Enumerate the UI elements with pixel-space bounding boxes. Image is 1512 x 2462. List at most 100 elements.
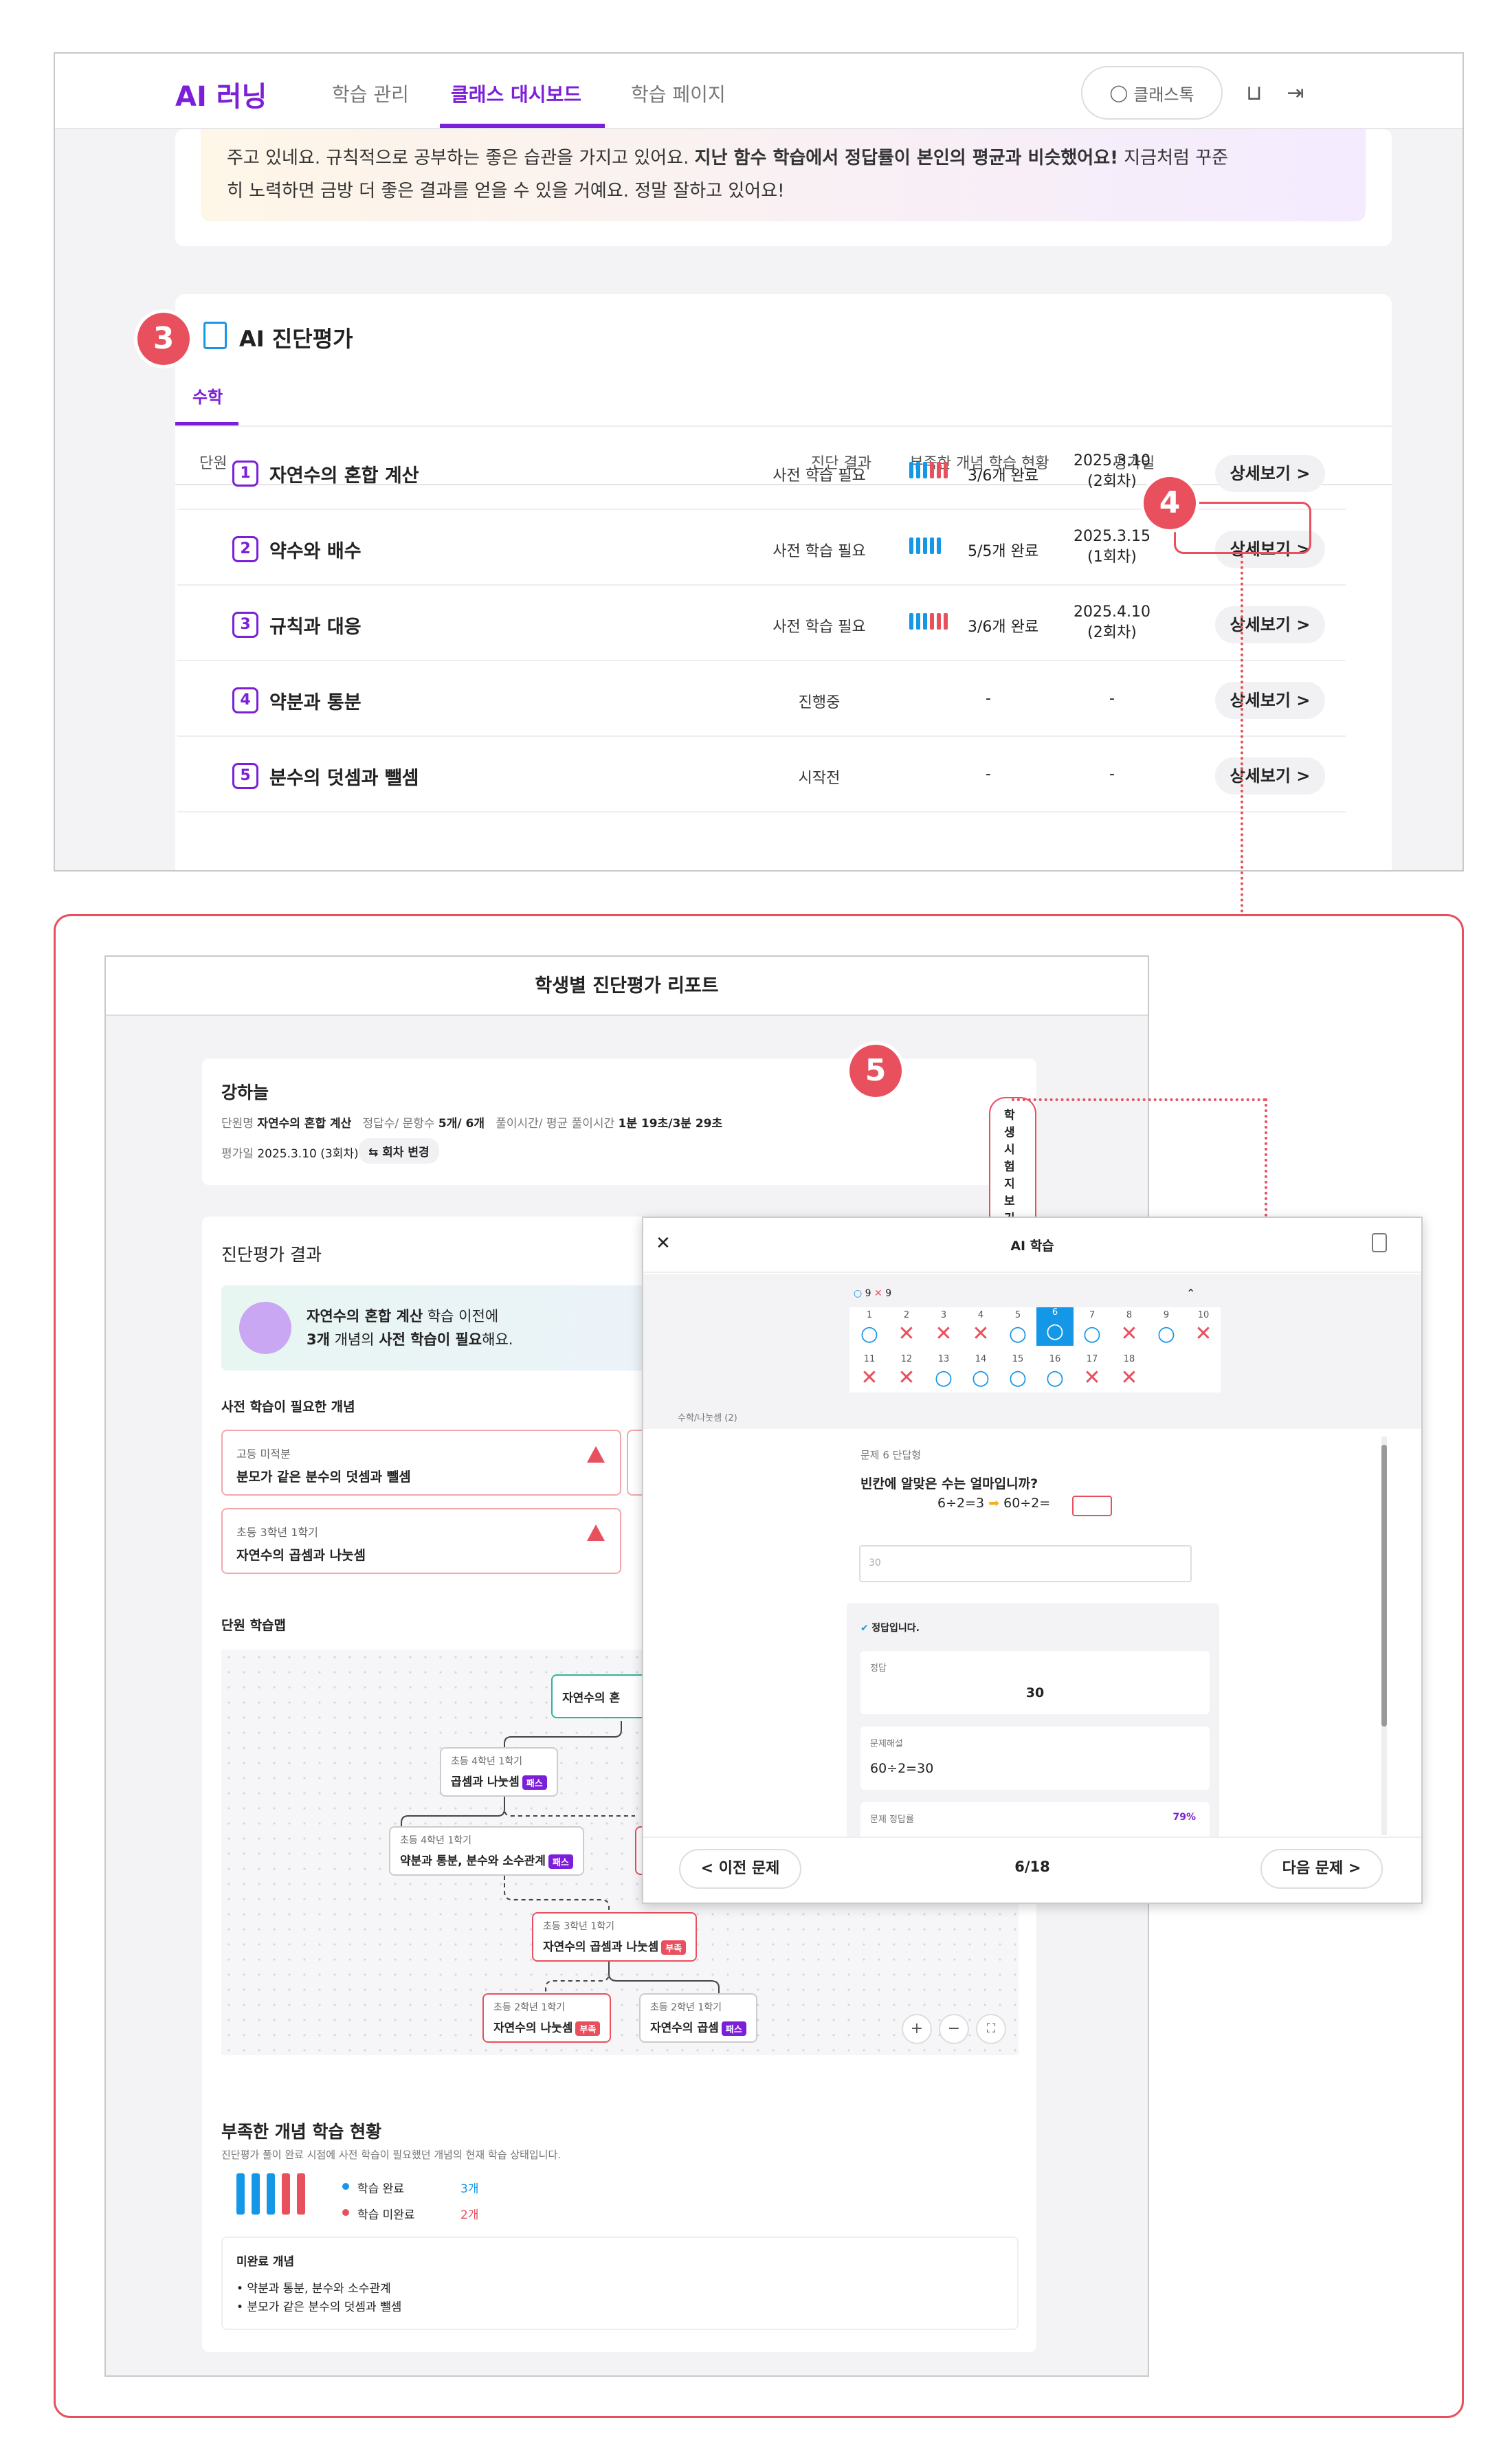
legend-undone: 학습 미완료 <box>357 2208 415 2222</box>
warning-icon <box>587 1524 605 1541</box>
question-cell[interactable]: 17 ✕ <box>1074 1354 1111 1390</box>
question-cell[interactable]: 14 ○ <box>962 1354 999 1390</box>
question-cell[interactable]: 12 ✕ <box>888 1354 925 1390</box>
answer-value: 30 <box>1025 1685 1045 1700</box>
fullscreen-icon[interactable]: ⛶ <box>976 2014 1006 2044</box>
unit-number: 2 <box>232 536 258 562</box>
zoom-out-icon[interactable]: − <box>939 2014 969 2044</box>
check-icon: ✔ <box>860 1623 869 1634</box>
view-exam-button[interactable]: 학생 시험지 보기 <box>989 1097 1036 1234</box>
unit-number: 3 <box>232 612 258 638</box>
node-name: 자연수의 곱셈과 나눗셈 <box>543 1940 659 1954</box>
class-talk-button[interactable]: ◯ 클래스톡 <box>1081 66 1223 120</box>
collapse-icon[interactable]: ⌃ <box>1186 1287 1195 1300</box>
tab-learning-page[interactable]: 학습 페이지 <box>631 80 726 107</box>
bookmark-icon[interactable] <box>1372 1233 1387 1252</box>
question-cell[interactable]: 18 ✕ <box>1111 1354 1148 1390</box>
wrong-icon: ✕ <box>935 1322 953 1346</box>
status-badge: 부족 <box>661 1940 687 1955</box>
map-node[interactable]: 초등 2학년 1학기 자연수의 곱셈 패스 <box>639 1993 757 2043</box>
concept-progress: 5/5개 완료 <box>968 543 1039 560</box>
question-number: 13 <box>937 1354 950 1364</box>
eval-date: - <box>1057 764 1167 785</box>
progress-bar-segment <box>937 462 941 478</box>
diagnosis-result: 사전 학습 필요 <box>772 619 866 636</box>
unit-row[interactable]: 4 약분과 통분 진행중 - - 상세보기 > <box>177 661 1346 737</box>
question-cell[interactable]: 6 ○ <box>1036 1307 1074 1346</box>
detail-button[interactable]: 상세보기 > <box>1215 455 1325 492</box>
concept-progress-bars <box>909 462 948 478</box>
active-tab-indicator <box>440 124 605 128</box>
question-cell[interactable]: 9 ○ <box>1148 1310 1185 1346</box>
progress-bar-segment <box>909 613 913 630</box>
question-cell[interactable]: 10 ✕ <box>1185 1310 1222 1346</box>
answer-input[interactable]: 30 <box>859 1545 1192 1582</box>
ai-learning-window: ✕ AI 학습 ○ 9 ✕ 9 ⌃ 1 ○ 2 ✕ 3 ✕ 4 ✕ 5 ○ 6 ○ 7 ○ 8 ✕ 9 ○ 10 ✕ 1… <box>642 1217 1423 1904</box>
student-info-card: 강하늘 단원명 자연수의 혼합 계산 정답수/ 문항수 5개/ 6개 풀이시간/… <box>202 1058 1036 1234</box>
logout-icon[interactable]: ⇥ <box>1282 80 1309 107</box>
document-search-icon <box>203 322 227 349</box>
concept-progress: - <box>986 690 991 707</box>
map-node[interactable]: 초등 4학년 1학기 약분과 통분, 분수와 소수관계 패스 <box>389 1826 584 1876</box>
question-cell[interactable]: 3 ✕ <box>925 1310 962 1346</box>
eval-date: - <box>1057 689 1167 709</box>
meta-score: 5개/ 6개 <box>438 1117 485 1131</box>
question-cell[interactable]: 11 ✕ <box>851 1354 888 1390</box>
unit-number: 5 <box>232 763 258 789</box>
detail-button[interactable]: 상세보기 > <box>1215 757 1325 795</box>
logo[interactable]: AI 러닝 <box>175 74 267 114</box>
question-cell[interactable]: 4 ✕ <box>962 1310 999 1346</box>
ai-title: AI 학습 <box>1010 1239 1054 1254</box>
concept-card[interactable]: 고등 미적분 분모가 같은 분수의 덧셈과 뺄셈 <box>221 1430 621 1496</box>
result-title: 진단평가 결과 <box>221 1245 322 1265</box>
progress-bar-segment <box>937 613 941 630</box>
question-cell[interactable]: 5 ○ <box>999 1310 1036 1346</box>
node-grade: 초등 3학년 1학기 <box>543 1921 614 1932</box>
question-cell[interactable]: 8 ✕ <box>1111 1310 1148 1346</box>
map-node[interactable]: 초등 4학년 1학기 곱셈과 나눗셈 패스 <box>440 1747 558 1797</box>
question-cell[interactable]: 15 ○ <box>999 1354 1036 1390</box>
tab-learning-management[interactable]: 학습 관리 <box>332 80 409 107</box>
round-change-button[interactable]: ⇆ 회차 변경 <box>359 1138 439 1164</box>
question-cell[interactable]: 13 ○ <box>925 1354 962 1390</box>
legend-dot-done <box>342 2183 349 2190</box>
progress-bar-segment <box>930 613 934 630</box>
correct-icon: ○ <box>1045 1366 1065 1390</box>
detail-button[interactable]: 상세보기 > <box>1215 606 1325 643</box>
unit-row[interactable]: 5 분수의 덧셈과 뺄셈 시작전 - - 상세보기 > <box>177 737 1346 812</box>
wrong-icon: ✕ <box>898 1366 915 1390</box>
map-node[interactable]: 초등 3학년 1학기자연수의 곱셈과 나눗셈 부족 <box>532 1912 698 1962</box>
question-number: 5 <box>1014 1310 1021 1320</box>
tab-class-dashboard[interactable]: 클래스 대시보드 <box>451 80 581 107</box>
summary-part: 해요. <box>482 1331 513 1348</box>
subject-tab-math[interactable]: 수학 <box>192 384 223 408</box>
concept-card[interactable]: 초등 3학년 1학기 자연수의 곱셈과 나눗셈 <box>221 1508 621 1574</box>
node-grade: 초등 2학년 1학기 <box>650 2002 722 2013</box>
scrollbar-thumb[interactable] <box>1381 1445 1387 1727</box>
diagnosis-result: 사전 학습 필요 <box>772 543 866 560</box>
question-cell[interactable]: 2 ✕ <box>888 1310 925 1346</box>
meta-time: 1분 19초/3분 29초 <box>618 1117 723 1131</box>
next-question-button[interactable]: 다음 문제 > <box>1260 1849 1383 1889</box>
answer-blank[interactable] <box>1072 1496 1112 1516</box>
status-badge: 패스 <box>522 1775 547 1790</box>
zoom-in-icon[interactable]: + <box>902 2014 932 2044</box>
question-text: 빈칸에 알맞은 수는 얼마입니까? <box>860 1476 1038 1491</box>
scrollbar[interactable] <box>1381 1437 1387 1835</box>
question-cell[interactable]: 1 ○ <box>851 1310 888 1346</box>
unit-row[interactable]: 3 규칙과 대응 사전 학습 필요 3/6개 완료 2025.4.10 (2회차) 상세보기… <box>177 586 1346 661</box>
unit-name: 분수의 덧셈과 뺄셈 <box>269 768 419 789</box>
class-talk-label: 클래스톡 <box>1133 85 1194 104</box>
correct-icon: ○ <box>1008 1366 1027 1390</box>
map-node[interactable]: 초등 2학년 1학기 자연수의 나눗셈 부족 <box>482 1993 612 2043</box>
correct-icon: ○ <box>934 1366 953 1390</box>
wrong-icon: ✕ <box>1194 1322 1212 1346</box>
warning-icon <box>587 1446 605 1463</box>
concept-progress-bars <box>909 537 941 554</box>
progress-bar-segment <box>916 613 920 630</box>
question-cell[interactable]: 7 ○ <box>1074 1310 1111 1346</box>
detail-button[interactable]: 상세보기 > <box>1215 682 1325 719</box>
basket-icon[interactable]: ⊔ <box>1241 80 1268 107</box>
question-cell[interactable]: 16 ○ <box>1036 1354 1074 1390</box>
progress-bar-segment <box>923 462 927 478</box>
